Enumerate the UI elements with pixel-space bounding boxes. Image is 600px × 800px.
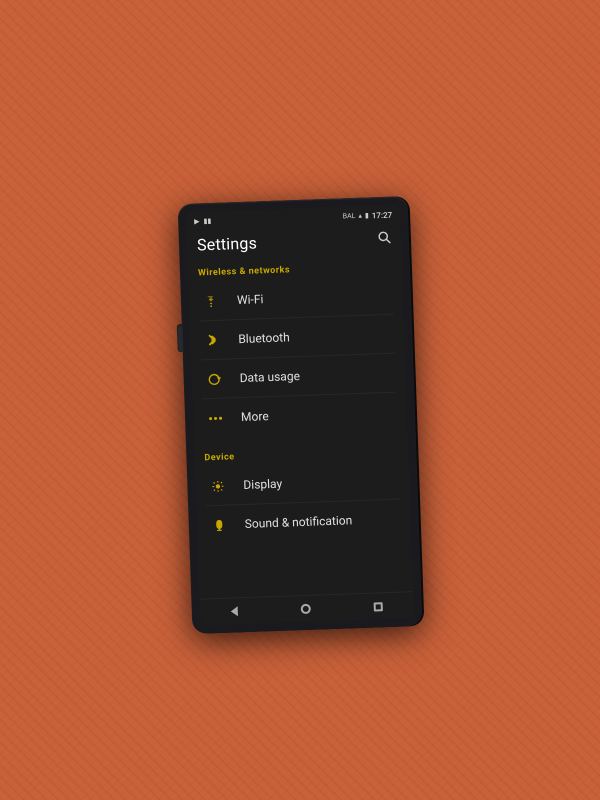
battery-icon: ▮ [365,211,369,219]
dot-2 [214,416,217,419]
page-title: Settings [197,233,258,254]
phone-screen: ▶ ▮▮ BAL ▴ ▮ 17:27 Settings Wirel [186,204,414,625]
phone-device: ▶ ▮▮ BAL ▴ ▮ 17:27 Settings Wirel [178,196,423,634]
display-icon [205,479,229,493]
wifi-label: Wi-Fi [237,292,264,307]
bluetooth-icon [200,333,224,348]
bluetooth-label: Bluetooth [238,330,290,346]
signal-icon: ▮▮ [203,217,211,225]
sound-icon [207,518,231,532]
search-button[interactable] [377,229,392,247]
wifi-status-icon: ▴ [358,212,362,220]
more-label: More [241,409,269,424]
settings-item-more[interactable]: More [192,392,407,437]
media-icon: ▶ [194,217,200,225]
more-icon [203,416,227,420]
recents-button[interactable] [365,599,390,613]
status-time: 17:27 [372,210,393,220]
display-label: Display [243,477,282,492]
home-button[interactable] [293,601,319,616]
sound-label: Sound & notification [245,513,353,531]
settings-item-sound[interactable]: Sound & notification [196,499,411,544]
data-usage-label: Data usage [239,369,300,385]
data-usage-icon [201,372,225,386]
balance-label: BAL [343,212,356,220]
dot-3 [218,416,221,419]
status-right-area: BAL ▴ ▮ 17:27 [343,210,393,221]
dot-1 [209,417,212,420]
settings-content: Wireless & networks Wi-Fi Blue [187,251,413,598]
back-button[interactable] [223,604,246,619]
status-left-icons: ▶ ▮▮ [194,217,211,226]
wifi-icon [199,295,223,307]
volume-button[interactable] [177,324,184,352]
